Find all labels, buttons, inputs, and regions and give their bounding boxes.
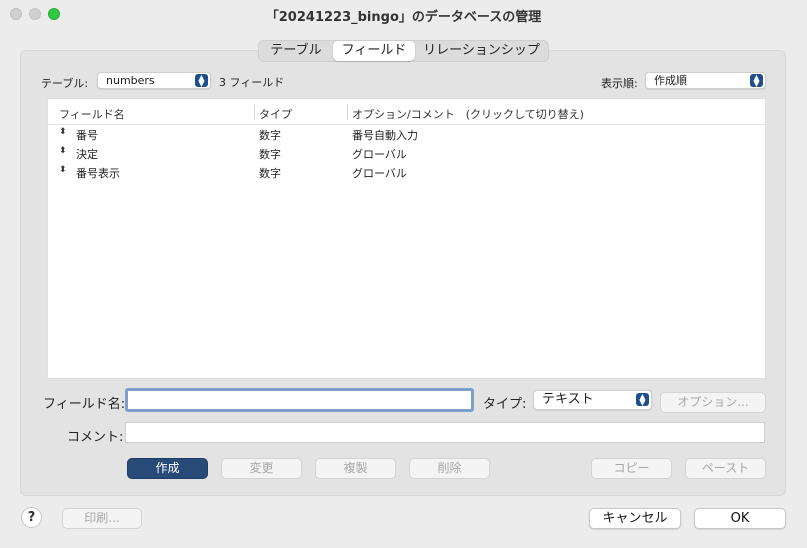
manage-database-window: 「20241223_bingo」のデータベースの管理 テーブル フィールド リレ… [0, 0, 807, 548]
sort-order-label: 表示順: [601, 77, 638, 90]
table-select[interactable]: numbers ▲ ▼ [97, 72, 211, 89]
field-type-cell: 数字 [259, 167, 281, 180]
updown-chevron-icon: ▲ ▼ [195, 74, 208, 88]
field-list-header: フィールド名 タイプ オプション/コメント (クリックして切り替え) [48, 99, 765, 125]
column-divider[interactable] [347, 104, 348, 120]
field-list-table[interactable]: フィールド名 タイプ オプション/コメント (クリックして切り替え) ⬍ 番号 … [47, 98, 766, 379]
field-type-cell: 数字 [259, 148, 281, 161]
column-divider[interactable] [254, 104, 255, 120]
column-header-type[interactable]: タイプ [259, 106, 292, 122]
field-count: 3 フィールド [219, 76, 285, 89]
copy-button[interactable]: コピー [591, 458, 672, 479]
field-option-cell[interactable]: グローバル [352, 146, 407, 162]
field-type-value: テキスト [542, 392, 594, 407]
column-header-options[interactable]: オプション/コメント (クリックして切り替え) [352, 106, 584, 122]
field-name-cell: 決定 [76, 148, 98, 161]
tab-fields[interactable]: フィールド [333, 41, 415, 61]
print-button[interactable]: 印刷... [62, 508, 142, 529]
updown-chevron-icon: ▲ ▼ [636, 393, 649, 407]
drag-handle-icon[interactable]: ⬍ [59, 146, 67, 156]
ok-button[interactable]: OK [694, 508, 786, 529]
change-button[interactable]: 変更 [221, 458, 302, 479]
tab-bar: テーブル フィールド リレーションシップ [258, 40, 549, 62]
sort-order-value: 作成順 [654, 74, 687, 87]
drag-handle-icon[interactable]: ⬍ [59, 165, 67, 175]
table-selector-label: テーブル: [41, 77, 89, 90]
drag-handle-icon[interactable]: ⬍ [59, 127, 67, 137]
table-row[interactable]: ⬍ 決定 数字 グローバル [48, 145, 765, 164]
cancel-button[interactable]: キャンセル [589, 508, 681, 529]
paste-button[interactable]: ペースト [685, 458, 766, 479]
options-button[interactable]: オプション... [660, 392, 766, 413]
sort-order-select[interactable]: 作成順 ▲ ▼ [645, 72, 766, 89]
field-type-cell: 数字 [259, 129, 281, 142]
updown-chevron-icon: ▲ ▼ [750, 74, 763, 88]
comment-label: コメント: [67, 430, 124, 445]
delete-button[interactable]: 削除 [409, 458, 490, 479]
field-name-input[interactable] [125, 388, 474, 412]
field-option-cell[interactable]: グローバル [352, 165, 407, 181]
field-type-select[interactable]: テキスト ▲ ▼ [533, 390, 652, 410]
title-bar: 「20241223_bingo」のデータベースの管理 [0, 0, 807, 30]
table-select-value: numbers [106, 74, 155, 87]
create-button[interactable]: 作成 [127, 458, 208, 479]
field-option-cell[interactable]: 番号自動入力 [352, 127, 418, 143]
table-row[interactable]: ⬍ 番号表示 数字 グローバル [48, 164, 765, 183]
window-title: 「20241223_bingo」のデータベースの管理 [265, 10, 542, 25]
tab-relationships[interactable]: リレーションシップ [415, 41, 548, 61]
tab-tables[interactable]: テーブル [259, 41, 333, 61]
field-name-cell: 番号表示 [76, 167, 120, 180]
table-row[interactable]: ⬍ 番号 数字 番号自動入力 [48, 126, 765, 145]
help-button[interactable]: ? [21, 507, 42, 528]
column-header-field-name[interactable]: フィールド名 [59, 106, 125, 122]
comment-input[interactable] [125, 422, 765, 443]
duplicate-button[interactable]: 複製 [315, 458, 396, 479]
type-label: タイプ: [483, 397, 527, 412]
field-name-label: フィールド名: [43, 397, 126, 412]
field-name-cell: 番号 [76, 129, 98, 142]
